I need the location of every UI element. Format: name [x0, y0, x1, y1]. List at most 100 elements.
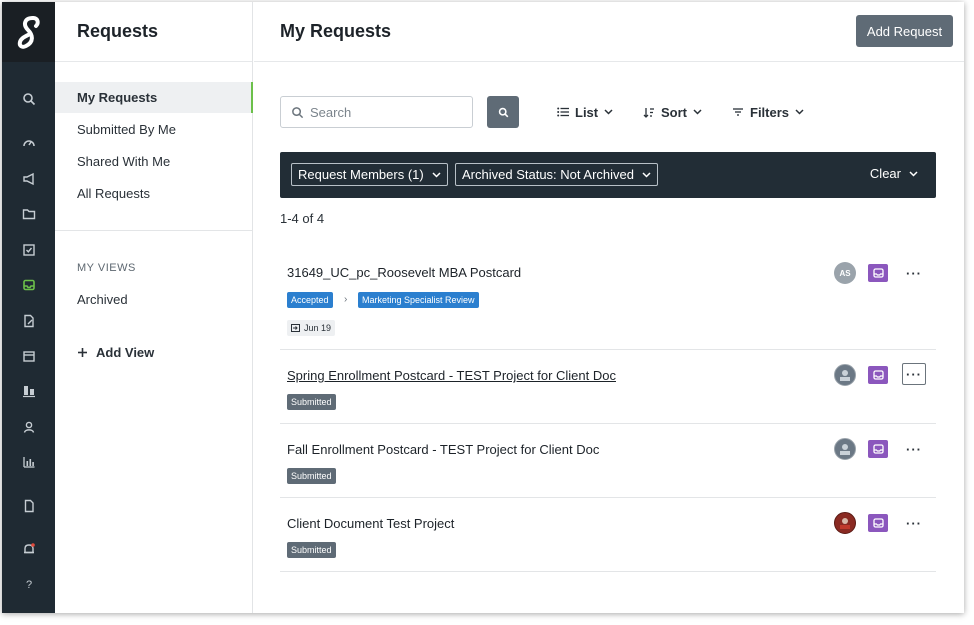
inbox-icon [22, 279, 35, 291]
rail-dashboard[interactable] [2, 132, 55, 154]
due-date: Jun 19 [304, 323, 332, 333]
chevron-down-icon [795, 109, 804, 115]
filters-dropdown[interactable]: Filters [732, 102, 804, 122]
request-row[interactable]: Fall Enrollment Postcard - TEST Project … [280, 424, 936, 498]
results-count: 1-4 of 4 [280, 211, 325, 226]
rail-documents[interactable] [2, 310, 55, 332]
sort-label: Sort [661, 104, 687, 120]
icon-rail: ? [2, 2, 55, 613]
search-button[interactable] [487, 96, 519, 128]
status-badge: Accepted [287, 292, 333, 308]
checkbox-icon [22, 244, 35, 256]
request-title[interactable]: 31649_UC_pc_Roosevelt MBA Postcard [287, 265, 521, 280]
chevron-down-icon [909, 170, 918, 177]
avatar-photo-icon [840, 518, 850, 529]
rail-reports[interactable] [2, 451, 55, 473]
due-date-chip: Jun 19 [287, 320, 336, 336]
add-request-button[interactable]: Add Request [856, 15, 953, 47]
more-options-button[interactable]: ··· [902, 262, 926, 284]
rail-tasks[interactable] [2, 239, 55, 261]
list-view-toggle[interactable]: List [557, 102, 613, 122]
plus-icon [78, 348, 87, 357]
rail-projects[interactable] [2, 203, 55, 225]
list-icon [557, 107, 569, 117]
sidebar-header: Requests [55, 2, 252, 62]
search-field[interactable] [280, 96, 473, 128]
more-options-button[interactable]: ··· [902, 512, 926, 534]
rail-search[interactable] [2, 88, 55, 110]
page-header: My Requests Add Request [254, 2, 964, 62]
sidebar-item-shared-with-me[interactable]: Shared With Me [55, 146, 253, 177]
search-icon [292, 106, 304, 118]
sidebar-item-submitted-by-me[interactable]: Submitted By Me [55, 114, 253, 145]
avatar[interactable] [834, 438, 856, 460]
rail-notifications[interactable] [2, 538, 55, 560]
svg-text:?: ? [25, 579, 31, 591]
help-icon: ? [25, 579, 31, 591]
filter-chip-members-label: Request Members (1) [298, 167, 424, 182]
status-badge: Submitted [287, 468, 336, 484]
active-filters-bar: Request Members (1) Archived Status: Not… [280, 152, 936, 198]
rail-files[interactable] [2, 495, 55, 517]
logo-icon [17, 16, 40, 49]
rail-calendar[interactable] [2, 345, 55, 367]
avatar-photo-icon [840, 370, 850, 381]
add-view-button[interactable]: Add View [77, 345, 154, 360]
user-icon [23, 421, 34, 433]
due-date-icon [291, 324, 300, 332]
avatar[interactable] [834, 512, 856, 534]
app-logo[interactable] [2, 2, 55, 62]
avatar[interactable]: AS [834, 262, 856, 284]
search-input[interactable] [310, 104, 460, 120]
rail-people[interactable] [2, 416, 55, 438]
page-title: My Requests [280, 21, 392, 41]
chevron-right-icon: › [344, 294, 348, 305]
sidebar-item-archived[interactable]: Archived [55, 284, 253, 315]
search-icon [498, 107, 508, 117]
rail-help[interactable]: ? [2, 573, 55, 595]
filter-icon [733, 108, 743, 116]
avatar[interactable] [834, 364, 856, 386]
stage-badge: Marketing Specialist Review [358, 292, 479, 308]
gauge-icon [22, 140, 35, 147]
views-heading: MY VIEWS [77, 262, 136, 274]
inbox-icon [872, 444, 884, 454]
chevron-down-icon [693, 109, 702, 115]
request-row[interactable]: Client Document Test Project Submitted ·… [280, 498, 936, 572]
sidebar-divider [55, 230, 252, 231]
request-type-icon [868, 514, 888, 532]
add-view-label: Add View [96, 345, 155, 360]
more-options-button[interactable]: ··· [902, 438, 926, 460]
request-title[interactable]: Fall Enrollment Postcard - TEST Project … [287, 442, 599, 457]
rail-board[interactable] [2, 380, 55, 402]
chevron-down-icon [432, 171, 441, 178]
inbox-icon [872, 268, 884, 278]
filter-chip-archived-label: Archived Status: Not Archived [462, 167, 634, 182]
request-row[interactable]: 31649_UC_pc_Roosevelt MBA Postcard Accep… [280, 248, 936, 350]
rail-campaigns[interactable] [2, 168, 55, 190]
request-row[interactable]: Spring Enrollment Postcard - TEST Projec… [280, 350, 936, 424]
filter-chip-archived[interactable]: Archived Status: Not Archived [455, 163, 658, 186]
sort-dropdown[interactable]: Sort [643, 102, 702, 122]
chevron-down-icon [604, 109, 613, 115]
more-options-button[interactable]: ··· [902, 363, 926, 385]
app-window: ? Requests My Requests Submitted By Me S… [2, 2, 964, 613]
sidebar-title: Requests [77, 21, 159, 41]
status-badge: Submitted [287, 542, 336, 558]
document-icon [24, 499, 34, 513]
avatar-photo-icon [840, 444, 850, 455]
search-icon [22, 93, 35, 106]
rail-requests[interactable] [2, 274, 55, 296]
sidebar-item-my-requests[interactable]: My Requests [55, 82, 253, 113]
request-type-icon [868, 366, 888, 384]
clear-filters-button[interactable]: Clear [870, 166, 918, 181]
request-title[interactable]: Spring Enrollment Postcard - TEST Projec… [287, 368, 616, 383]
inbox-icon [872, 370, 884, 380]
sidebar-item-all-requests[interactable]: All Requests [55, 178, 253, 209]
main-content: My Requests Add Request List Sort Filter… [254, 2, 964, 613]
request-title[interactable]: Client Document Test Project [287, 516, 454, 531]
filter-chip-members[interactable]: Request Members (1) [291, 163, 448, 186]
calendar-icon [22, 351, 35, 362]
clear-label: Clear [869, 166, 901, 181]
bar-chart-icon [22, 457, 34, 468]
